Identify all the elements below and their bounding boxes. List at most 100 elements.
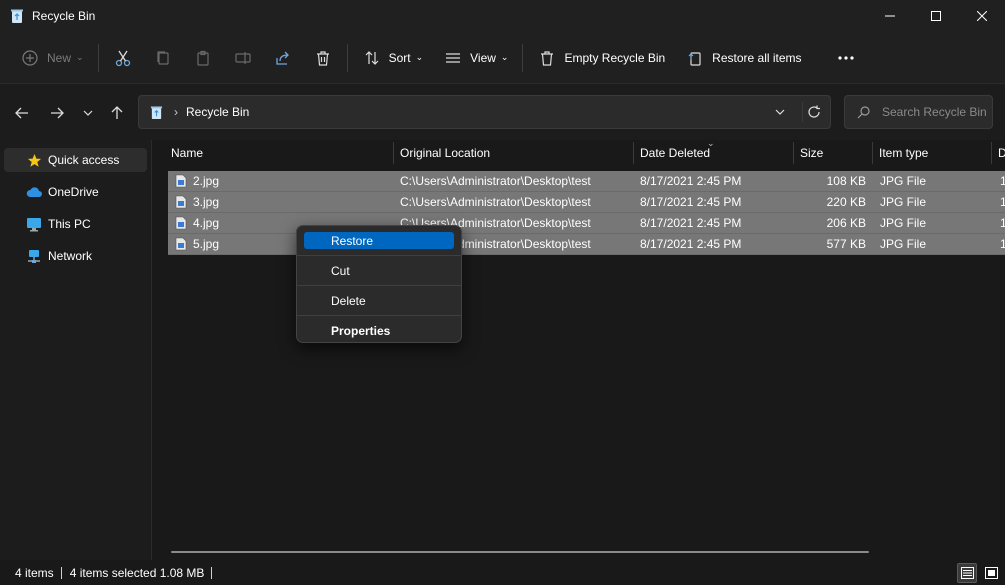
recycle-bin-icon <box>9 8 25 24</box>
command-bar: New ⌄ Sort ⌄ View ⌄ Empty Recycle Bin Re… <box>0 32 1005 84</box>
restore-all-button[interactable]: Restore all items <box>675 40 811 76</box>
menu-divider <box>297 315 461 316</box>
table-row[interactable]: 4.jpg C:\Users\Administrator\Desktop\tes… <box>168 213 1005 234</box>
chevron-down-icon: ⌄ <box>415 52 424 62</box>
minimize-button[interactable] <box>867 0 913 32</box>
close-icon <box>977 11 987 21</box>
column-header: Name Original Location Date Deleted ⌄ Si… <box>153 140 1005 166</box>
image-file-icon <box>175 195 187 209</box>
forward-button[interactable] <box>46 102 68 124</box>
close-button[interactable] <box>959 0 1005 32</box>
empty-recycle-bin-label: Empty Recycle Bin <box>564 50 666 65</box>
more-options-button[interactable] <box>826 40 866 76</box>
maximize-icon <box>931 11 941 21</box>
selection-summary: 4 items selected 1.08 MB <box>69 565 205 580</box>
file-name-cell: 5.jpg <box>175 234 219 254</box>
clipboard-icon <box>193 48 213 68</box>
context-menu-properties[interactable]: Properties <box>304 322 454 339</box>
file-date-cell: 8/17/2021 2:45 PM <box>640 174 742 188</box>
arrow-right-icon <box>51 107 64 119</box>
file-type-cell: JPG File <box>880 195 927 209</box>
table-row[interactable]: 3.jpg C:\Users\Administrator\Desktop\tes… <box>168 192 1005 213</box>
sort-icon <box>362 48 382 68</box>
scissors-icon <box>113 48 133 68</box>
up-button[interactable] <box>106 102 128 124</box>
menu-divider <box>297 255 461 256</box>
maximize-button[interactable] <box>913 0 959 32</box>
separator <box>346 43 348 72</box>
window-title: Recycle Bin <box>32 9 96 23</box>
sidebar-item-network[interactable]: Network <box>4 244 147 268</box>
restore-all-label: Restore all items <box>712 50 802 65</box>
search-box[interactable] <box>844 95 993 129</box>
column-item-type[interactable]: Item type <box>872 140 991 166</box>
sort-button[interactable]: Sort ⌄ <box>352 40 434 76</box>
file-extra-cell: 1 <box>1000 195 1005 209</box>
sidebar-item-label: Quick access <box>48 153 120 167</box>
image-file-icon <box>175 237 187 251</box>
table-row[interactable]: 2.jpg C:\Users\Administrator\Desktop\tes… <box>168 171 1005 192</box>
navigation-pane: Quick access OneDrive This PC Network <box>0 140 152 560</box>
horizontal-scrollbar[interactable] <box>171 551 869 553</box>
details-view-button[interactable] <box>957 563 977 583</box>
context-menu-cut[interactable]: Cut <box>304 262 454 279</box>
file-location-cell: C:\Users\Administrator\Desktop\test <box>400 195 591 209</box>
column-date-deleted[interactable]: Date Deleted ⌄ <box>633 140 793 166</box>
share-button[interactable] <box>263 40 303 76</box>
search-input[interactable] <box>882 105 992 119</box>
large-icons-view-button[interactable] <box>981 563 1001 583</box>
breadcrumb-chevron-icon[interactable]: › <box>174 105 178 119</box>
file-size-cell: 577 KB <box>826 237 866 251</box>
copy-button[interactable] <box>143 40 183 76</box>
new-button[interactable]: New ⌄ <box>10 40 94 76</box>
monitor-icon <box>26 216 42 232</box>
restore-icon <box>685 48 705 68</box>
column-original-location[interactable]: Original Location <box>393 140 633 166</box>
address-bar[interactable]: › Recycle Bin <box>138 95 831 129</box>
file-date-cell: 8/17/2021 2:45 PM <box>640 237 742 251</box>
address-dropdown-button[interactable] <box>772 104 788 120</box>
back-button[interactable] <box>11 102 33 124</box>
file-size-cell: 220 KB <box>826 195 866 209</box>
view-button[interactable]: View ⌄ <box>433 40 518 76</box>
more-dots-icon <box>836 48 856 68</box>
tiles-view-icon <box>984 567 998 579</box>
sidebar-item-this-pc[interactable]: This PC <box>4 212 147 236</box>
breadcrumb-recycle-bin[interactable]: Recycle Bin <box>186 105 249 119</box>
item-count: 4 items <box>15 565 54 580</box>
file-name-cell: 4.jpg <box>175 213 219 233</box>
cut-button[interactable] <box>103 40 143 76</box>
rename-button[interactable] <box>223 40 263 76</box>
context-menu-restore[interactable]: Restore <box>304 232 454 249</box>
trash-icon <box>537 48 557 68</box>
view-label: View <box>470 50 496 65</box>
sidebar-item-quick-access[interactable]: Quick access <box>4 148 147 172</box>
refresh-button[interactable] <box>802 102 824 122</box>
status-bar: 4 items 4 items selected 1.08 MB <box>0 560 1005 585</box>
file-size-cell: 206 KB <box>826 216 866 230</box>
file-type-cell: JPG File <box>880 174 927 188</box>
sidebar-item-label: This PC <box>48 217 91 231</box>
recent-locations-button[interactable] <box>77 102 99 124</box>
paste-button[interactable] <box>183 40 223 76</box>
view-lines-icon <box>443 48 463 68</box>
image-file-icon <box>175 216 187 230</box>
file-type-cell: JPG File <box>880 237 927 251</box>
column-name[interactable]: Name <box>164 140 393 166</box>
chevron-down-icon: ⌄ <box>500 52 509 62</box>
file-extra-cell: 1 <box>1000 174 1005 188</box>
context-menu: Restore Cut Delete Properties <box>296 225 462 343</box>
trash-icon <box>313 48 333 68</box>
search-icon <box>857 104 870 120</box>
context-menu-delete[interactable]: Delete <box>304 292 454 309</box>
column-size[interactable]: Size <box>793 140 872 166</box>
empty-recycle-bin-button[interactable]: Empty Recycle Bin <box>527 40 675 76</box>
chevron-down-icon <box>775 109 785 115</box>
file-rows: 2.jpg C:\Users\Administrator\Desktop\tes… <box>168 171 1005 255</box>
sort-indicator-icon: ⌄ <box>707 140 715 148</box>
table-row[interactable]: 5.jpg C:\Users\Administrator\Desktop\tes… <box>168 234 1005 255</box>
details-view-icon <box>960 567 974 579</box>
sidebar-item-onedrive[interactable]: OneDrive <box>4 180 147 204</box>
column-extra[interactable]: D <box>991 140 1005 166</box>
delete-button[interactable] <box>303 40 343 76</box>
